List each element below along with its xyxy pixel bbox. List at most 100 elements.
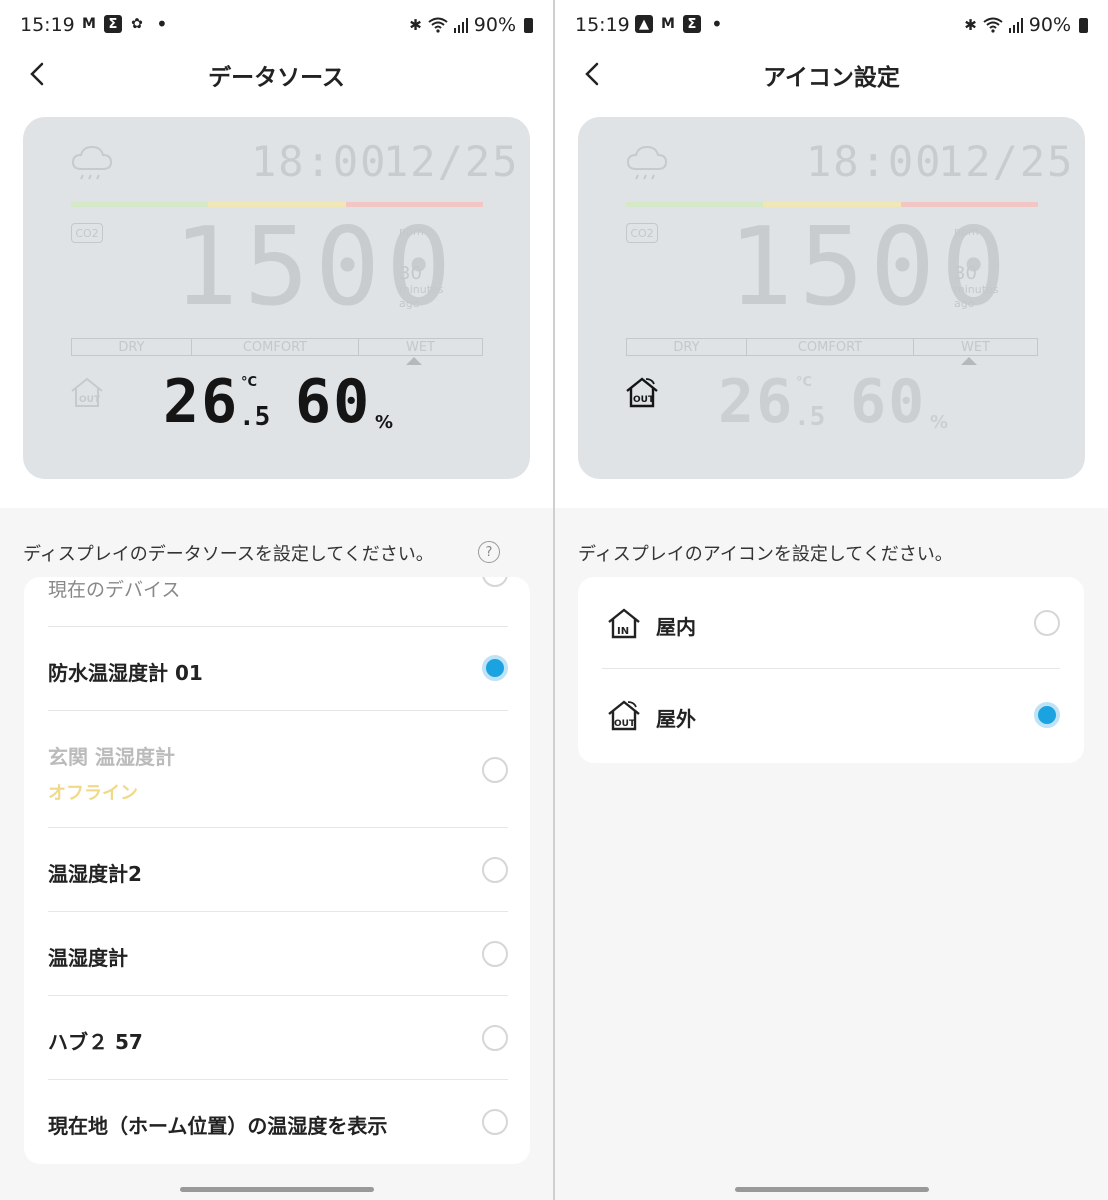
lcd-temp-unit: °C (796, 375, 813, 390)
lcd-temp-decimal: .5 (239, 402, 271, 432)
section-description: ディスプレイのアイコンを設定してください。 (578, 544, 953, 565)
list-item[interactable]: 現在のデバイス (48, 577, 508, 627)
lcd-clock: 18:00 (806, 137, 943, 186)
section-description: ディスプレイのデータソースを設定してください。 (23, 544, 434, 565)
gallery-icon: ▲ (635, 15, 653, 33)
svg-text:OUT: OUT (79, 395, 101, 405)
lcd-date: 12/25 (383, 137, 520, 186)
app-header: データソース (0, 50, 553, 100)
wifi-icon (428, 17, 448, 33)
comfort-scale: DRY COMFORT WET (626, 338, 1038, 356)
lcd-unit-ppm: ppm (399, 225, 424, 238)
phone-screen-icon-settings: 15:19 ▲ M Σ • ✱ 90% アイコン設定 18:00 12/25 C… (555, 0, 1108, 1200)
comfort-wet: WET (405, 339, 435, 355)
radio-button[interactable] (482, 941, 508, 967)
lcd-clock: 18:00 (251, 137, 388, 186)
lcd-ago-minutes: minutes (954, 283, 999, 296)
lcd-ago-text: ago (399, 297, 420, 310)
gmail-icon: M (82, 16, 96, 32)
gesture-home-bar[interactable] (179, 1187, 374, 1192)
lcd-humidity-unit: % (375, 412, 394, 433)
list-item[interactable]: ハブ２ 57 (48, 996, 508, 1080)
lcd-temperature: 26 (163, 367, 240, 437)
page-title: アイコン設定 (763, 65, 900, 91)
lcd-humidity: 60 (295, 367, 372, 437)
android-settings-icon: ✿ (131, 16, 143, 32)
signal-icon (1008, 18, 1023, 33)
cloud-rain-icon (71, 145, 113, 180)
svg-text:OUT: OUT (633, 395, 655, 405)
svg-text:IN: IN (617, 626, 629, 637)
battery-icon (1079, 17, 1088, 33)
co2-badge: CO2 (626, 223, 658, 243)
lcd-device-preview: 18:00 12/25 CO2 1500 ppm 30 minutes ago … (578, 117, 1085, 479)
list-item[interactable]: 温湿度計 (48, 912, 508, 996)
list-item[interactable]: OUT 屋外 (602, 669, 1060, 761)
phone-screen-data-source: 15:19 M Σ ✿ • ✱ 90% データソース 18:00 12/25 C… (0, 0, 553, 1200)
house-out-icon: OUT (71, 377, 103, 407)
house-out-icon: OUT (626, 377, 658, 408)
app-header: アイコン設定 (555, 50, 1108, 100)
help-icon[interactable]: ? (478, 541, 500, 563)
status-bar: 15:19 ▲ M Σ • ✱ 90% (555, 12, 1108, 42)
comfort-indicator-icon (961, 357, 977, 365)
more-notifications-icon: • (156, 12, 168, 36)
lcd-unit-ppm: ppm (954, 225, 979, 238)
signal-icon (453, 18, 468, 33)
comfort-indicator-icon (406, 357, 422, 365)
radio-button-selected[interactable] (482, 655, 508, 681)
gesture-home-bar[interactable] (734, 1187, 929, 1192)
comfort-dry: DRY (72, 339, 192, 355)
list-item[interactable]: 現在地（ホーム位置）の温湿度を表示 (48, 1080, 508, 1164)
radio-button[interactable] (482, 1025, 508, 1051)
battery-percent: 90% (1028, 14, 1071, 36)
list-item[interactable]: 防水温湿度計 01 (48, 627, 508, 711)
sigma-app-icon: Σ (683, 15, 701, 33)
more-notifications-icon: • (711, 12, 723, 36)
comfort-comfort: COMFORT (747, 339, 914, 355)
lcd-humidity: 60 (850, 367, 927, 437)
status-right: ✱ 90% (964, 14, 1088, 36)
comfort-scale: DRY COMFORT WET (71, 338, 483, 356)
radio-button[interactable] (482, 577, 508, 587)
lcd-temp-decimal: .5 (794, 402, 826, 432)
bluetooth-icon: ✱ (964, 16, 977, 34)
radio-button[interactable] (482, 757, 508, 783)
status-bar: 15:19 M Σ ✿ • ✱ 90% (0, 12, 553, 42)
list-item[interactable]: IN 屋内 (602, 577, 1060, 669)
icon-option-list: IN 屋内 OUT 屋外 (578, 577, 1084, 763)
co2-badge: CO2 (71, 223, 103, 243)
comfort-wet: WET (960, 339, 990, 355)
comfort-dry: DRY (627, 339, 747, 355)
status-right: ✱ 90% (409, 14, 533, 36)
sigma-app-icon: Σ (104, 15, 122, 33)
lcd-humidity-unit: % (930, 412, 949, 433)
radio-button[interactable] (482, 857, 508, 883)
lcd-ago-value: 30 (954, 263, 977, 284)
battery-icon (524, 17, 533, 33)
lcd-ago-text: ago (954, 297, 975, 310)
option-label: 屋外 (656, 707, 696, 731)
lcd-date: 12/25 (938, 137, 1075, 186)
status-time: 15:19 (20, 14, 75, 36)
notification-icons: M Σ ✿ • (80, 12, 168, 36)
comfort-comfort: COMFORT (192, 339, 359, 355)
house-out-icon: OUT (608, 700, 640, 731)
option-label: 屋内 (656, 615, 696, 639)
lcd-temp-unit: °C (241, 375, 258, 390)
status-time: 15:19 (575, 14, 630, 36)
lcd-temperature: 26 (718, 367, 795, 437)
radio-button-selected[interactable] (1034, 702, 1060, 728)
list-item[interactable]: 温湿度計2 (48, 828, 508, 912)
list-item[interactable]: 玄関 温湿度計 オフライン (48, 711, 508, 828)
battery-percent: 90% (473, 14, 516, 36)
radio-button[interactable] (1034, 610, 1060, 636)
offline-status: オフライン (48, 783, 138, 804)
wifi-icon (983, 17, 1003, 33)
radio-button[interactable] (482, 1109, 508, 1135)
lcd-device-preview: 18:00 12/25 CO2 1500 ppm 30 minutes ago … (23, 117, 530, 479)
notification-icons: ▲ M Σ • (635, 12, 723, 36)
data-source-list: 現在のデバイス 防水温湿度計 01 玄関 温湿度計 オフライン 温湿度計2 温湿… (24, 577, 530, 1164)
svg-text:OUT: OUT (614, 719, 636, 729)
bluetooth-icon: ✱ (409, 16, 422, 34)
